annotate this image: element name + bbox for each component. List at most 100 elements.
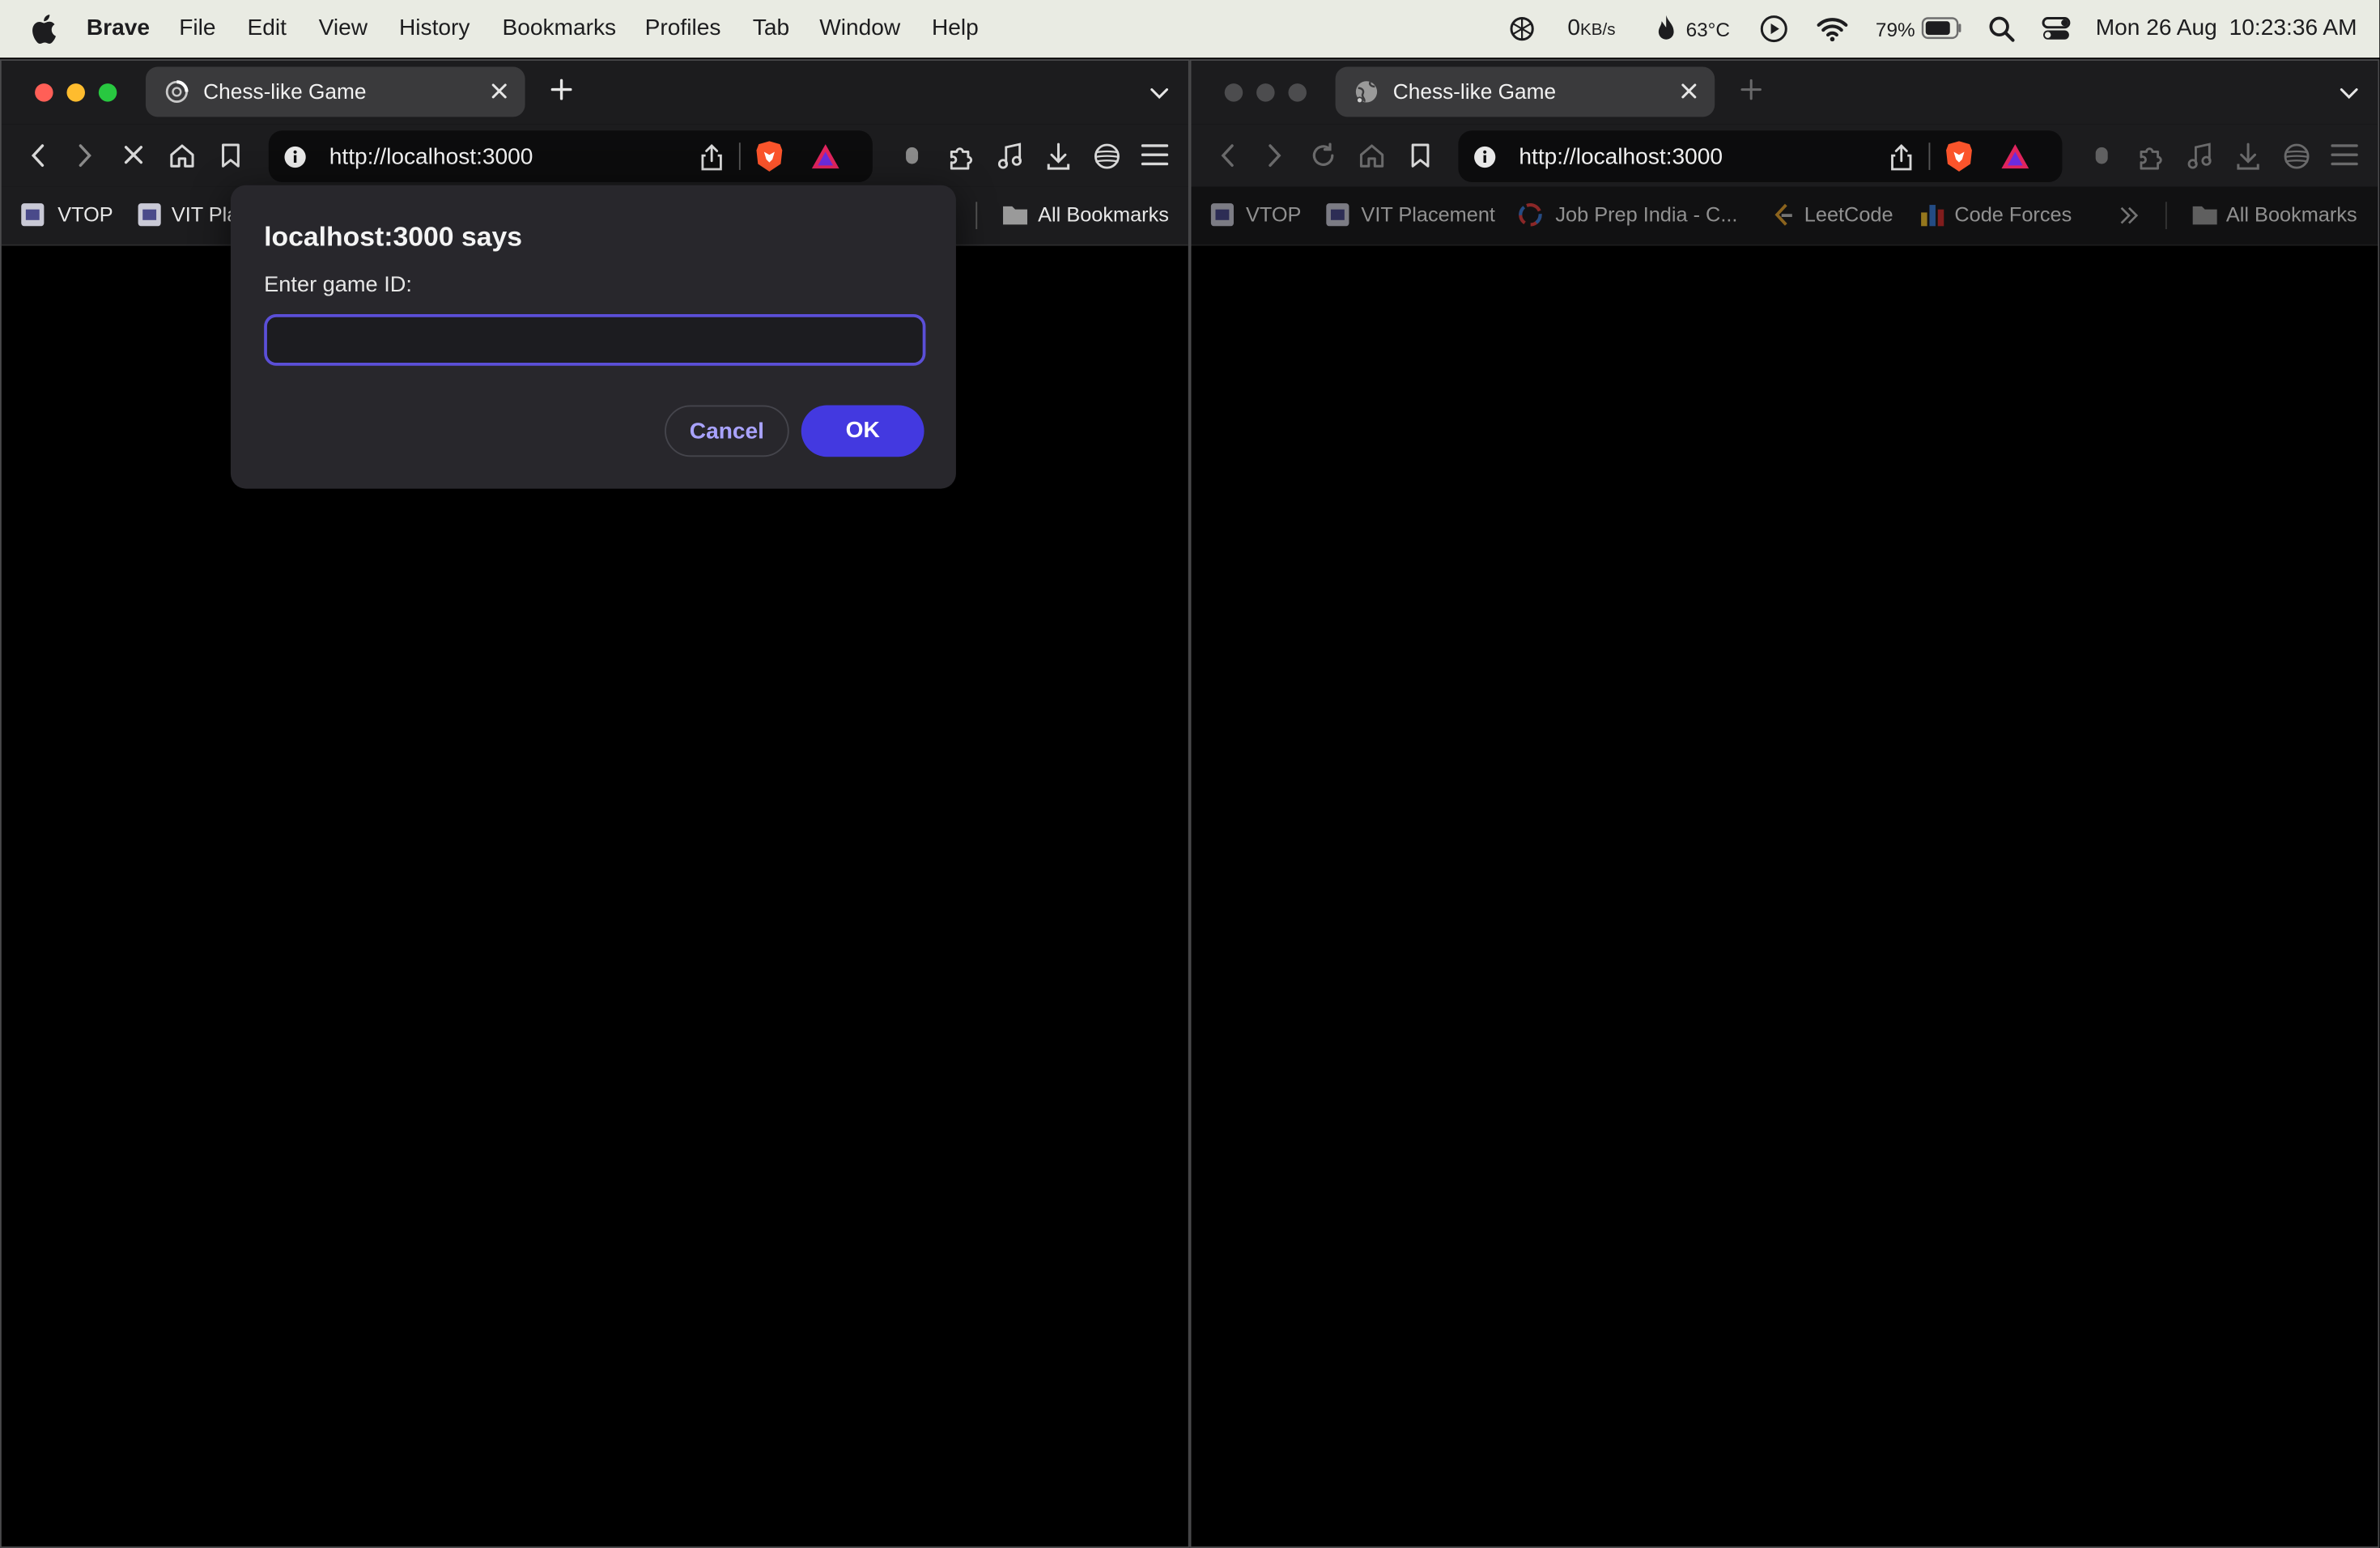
search-icon[interactable] [1988, 14, 2016, 44]
battery-icon[interactable] [1921, 17, 1963, 40]
new-tab-icon[interactable] [550, 79, 572, 100]
share-icon[interactable] [699, 144, 724, 172]
chevron-double-right-icon[interactable] [2119, 205, 2140, 226]
close-window-button[interactable] [1224, 83, 1243, 102]
bookmark-icon[interactable] [220, 142, 241, 168]
download-icon[interactable] [1046, 142, 1072, 170]
control-center-icon[interactable] [2041, 14, 2071, 44]
tab-loading-icon [165, 80, 189, 103]
share-icon[interactable] [1889, 144, 1914, 172]
brave-rewards-icon[interactable] [2000, 142, 2030, 170]
minimize-window-button[interactable] [1256, 83, 1275, 102]
address-bar[interactable]: http://localhost:3000 [1458, 130, 2063, 182]
menu-window[interactable]: Window [819, 15, 900, 41]
prompt-dialog: localhost:3000 says Enter game ID: Cance… [230, 185, 956, 489]
wallet-indicator-icon[interactable] [903, 142, 920, 168]
tab-chess-game[interactable]: Chess-like Game [145, 66, 525, 117]
tab-strip: Chess-like Game [1191, 60, 2378, 125]
folder-icon [1003, 206, 1028, 225]
wallet-icon[interactable] [2282, 142, 2311, 170]
bookmark-leetcode[interactable]: LeetCode [1804, 203, 1893, 226]
reload-icon[interactable] [1310, 142, 1337, 168]
tab-chess-game[interactable]: Chess-like Game [1335, 66, 1715, 117]
address-bar[interactable]: http://localhost:3000 [268, 130, 873, 182]
wifi-icon[interactable] [1817, 14, 1848, 44]
toolbar: http://localhost:3000 [1191, 124, 2378, 187]
zoom-window-button[interactable] [98, 83, 117, 102]
page-content[interactable] [1191, 245, 2378, 1547]
bookmark-vit-placement[interactable]: VIT Placement [1361, 203, 1495, 226]
close-window-button[interactable] [35, 83, 53, 102]
all-bookmarks[interactable]: All Bookmarks [1038, 203, 1169, 226]
chevron-down-icon[interactable] [2339, 82, 2360, 103]
toolbar: http://localhost:3000 [1, 124, 1188, 187]
extensions-icon[interactable] [2136, 142, 2165, 170]
close-tab-icon[interactable] [489, 80, 510, 101]
download-icon[interactable] [2235, 142, 2261, 170]
forward-icon[interactable] [1263, 142, 1287, 168]
ok-button[interactable]: OK [801, 405, 924, 457]
bookmark-vtop[interactable]: VTOP [1246, 203, 1301, 226]
date[interactable]: Mon 26 Aug [2096, 15, 2217, 41]
zoom-window-button[interactable] [1288, 83, 1307, 102]
menu-bar: Brave File Edit View History Bookmarks P… [0, 0, 2380, 58]
menu-icon[interactable] [2331, 142, 2358, 167]
info-icon[interactable] [284, 146, 307, 168]
menu-file[interactable]: File [179, 15, 215, 41]
menu-profiles[interactable]: Profiles [645, 15, 721, 41]
new-tab-icon[interactable] [1740, 79, 1762, 100]
globe-icon [1355, 81, 1378, 104]
brave-shields-icon[interactable] [754, 139, 784, 172]
music-icon[interactable] [997, 142, 1023, 170]
vtop-favicon [21, 203, 45, 227]
home-icon[interactable] [1358, 142, 1386, 168]
bookmarks-bar: VTOP VIT Placement Job Prep India - C...… [1191, 186, 2378, 246]
close-tab-icon[interactable] [1678, 80, 1699, 101]
music-icon[interactable] [2187, 142, 2212, 170]
all-bookmarks[interactable]: All Bookmarks [2226, 203, 2357, 226]
minimize-window-button[interactable] [66, 83, 85, 102]
bookmark-code-forces[interactable]: Code Forces [1954, 203, 2072, 226]
chevron-down-icon[interactable] [1149, 82, 1170, 103]
leetcode-favicon [1774, 203, 1792, 226]
wallet-indicator-icon[interactable] [2093, 142, 2110, 168]
vtop-favicon [1210, 203, 1234, 227]
dialog-message: Enter game ID: [264, 273, 412, 298]
codeforces-favicon [1921, 205, 1944, 227]
forward-icon[interactable] [73, 142, 97, 168]
menu-edit[interactable]: Edit [248, 15, 287, 41]
bookmark-icon[interactable] [1409, 142, 1430, 168]
job-prep-favicon [1519, 202, 1542, 227]
menu-app-name[interactable]: Brave [87, 15, 150, 41]
brave-rewards-icon[interactable] [810, 142, 840, 170]
dialog-title: localhost:3000 says [264, 221, 523, 253]
menu-view[interactable]: View [319, 15, 368, 41]
chatgpt-icon[interactable] [1508, 14, 1536, 44]
wallet-icon[interactable] [1093, 142, 1122, 170]
url-text: http://localhost:3000 [1519, 144, 1723, 170]
omnibox-separator [1928, 142, 1931, 170]
menu-bookmarks[interactable]: Bookmarks [502, 15, 616, 41]
brave-shields-icon[interactable] [1944, 139, 1974, 172]
time[interactable]: 10:23:36 AM [2229, 15, 2357, 41]
stop-icon[interactable] [121, 142, 146, 168]
menu-icon[interactable] [1141, 142, 1169, 167]
extensions-icon[interactable] [947, 142, 976, 170]
menu-tab[interactable]: Tab [753, 15, 789, 41]
menu-help[interactable]: Help [932, 15, 979, 41]
menu-history[interactable]: History [399, 15, 470, 41]
flame-icon[interactable] [1655, 14, 1677, 44]
bookmark-job-prep[interactable]: Job Prep India - C... [1555, 203, 1737, 226]
bookmark-vit-placement[interactable]: VIT Pla [172, 203, 239, 226]
game-id-input[interactable] [264, 314, 926, 366]
back-icon[interactable] [1215, 142, 1239, 168]
browser-window-right: Chess-like Game http://localhost:3000 VT… [1189, 59, 2380, 1548]
back-icon[interactable] [26, 142, 50, 168]
info-icon[interactable] [1473, 146, 1496, 168]
bookmark-vtop[interactable]: VTOP [57, 203, 113, 226]
url-text: http://localhost:3000 [329, 144, 533, 170]
apple-icon[interactable] [30, 14, 56, 44]
cancel-button[interactable]: Cancel [665, 405, 789, 457]
play-icon[interactable] [1759, 14, 1789, 44]
home-icon[interactable] [168, 142, 196, 168]
